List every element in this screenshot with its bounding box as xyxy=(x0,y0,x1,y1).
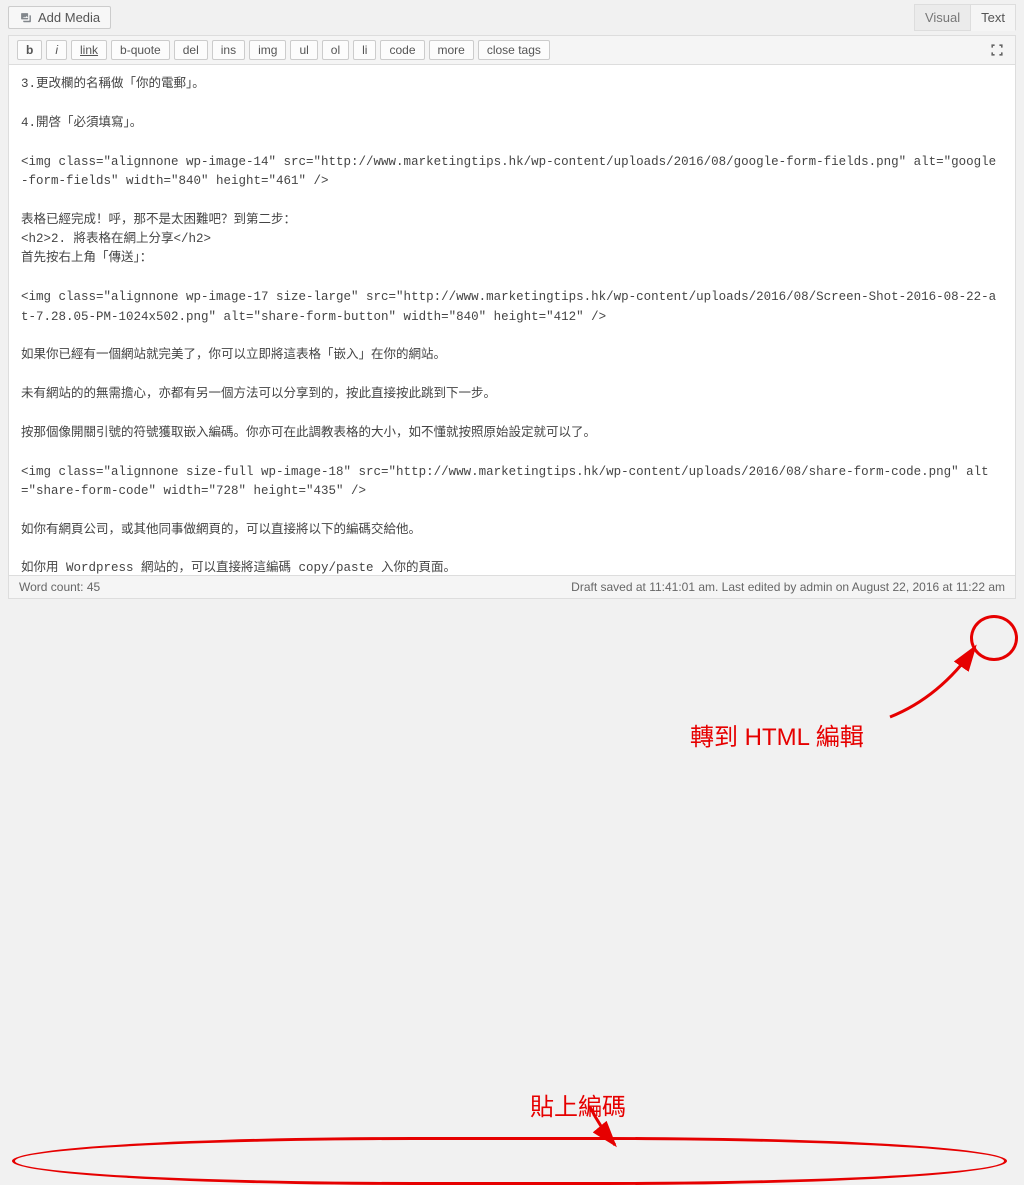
tab-visual[interactable]: Visual xyxy=(914,4,971,31)
qt-li[interactable]: li xyxy=(353,40,376,60)
qt-img[interactable]: img xyxy=(249,40,286,60)
editor-mode-tabs: Visual Text xyxy=(914,4,1016,31)
qt-del[interactable]: del xyxy=(174,40,208,60)
qt-more[interactable]: more xyxy=(429,40,474,60)
qt-link[interactable]: link xyxy=(71,40,107,60)
tab-text[interactable]: Text xyxy=(971,4,1016,31)
qt-ins[interactable]: ins xyxy=(212,40,245,60)
text-toolbar: bilinkb-quotedelinsimgulollicodemoreclos… xyxy=(9,35,1015,65)
qt-i[interactable]: i xyxy=(46,40,67,60)
qt-code[interactable]: code xyxy=(380,40,424,60)
add-media-label: Add Media xyxy=(38,10,100,25)
annotation-label-1: 轉到 HTML 編輯 xyxy=(690,717,864,752)
content-textarea[interactable]: 3.更改欄的名稱做「你的電郵」。 4.開啓「必須填寫」。 <img class=… xyxy=(9,65,1015,575)
qt-b-quote[interactable]: b-quote xyxy=(111,40,170,60)
media-icon xyxy=(19,11,33,25)
editor-wrap: bilinkb-quotedelinsimgulollicodemoreclos… xyxy=(8,35,1016,599)
word-count: Word count: 45 xyxy=(19,580,100,594)
annotation-label-2: 貼上編碼 xyxy=(530,1087,626,1122)
fullscreen-icon[interactable] xyxy=(987,40,1007,60)
qt-ul[interactable]: ul xyxy=(290,40,317,60)
qt-close-tags[interactable]: close tags xyxy=(478,40,550,60)
qt-b[interactable]: b xyxy=(17,40,42,60)
draft-status: Draft saved at 11:41:01 am. Last edited … xyxy=(571,580,1005,594)
qt-ol[interactable]: ol xyxy=(322,40,349,60)
add-media-button[interactable]: Add Media xyxy=(8,6,111,29)
status-bar: Word count: 45 Draft saved at 11:41:01 a… xyxy=(9,575,1015,598)
